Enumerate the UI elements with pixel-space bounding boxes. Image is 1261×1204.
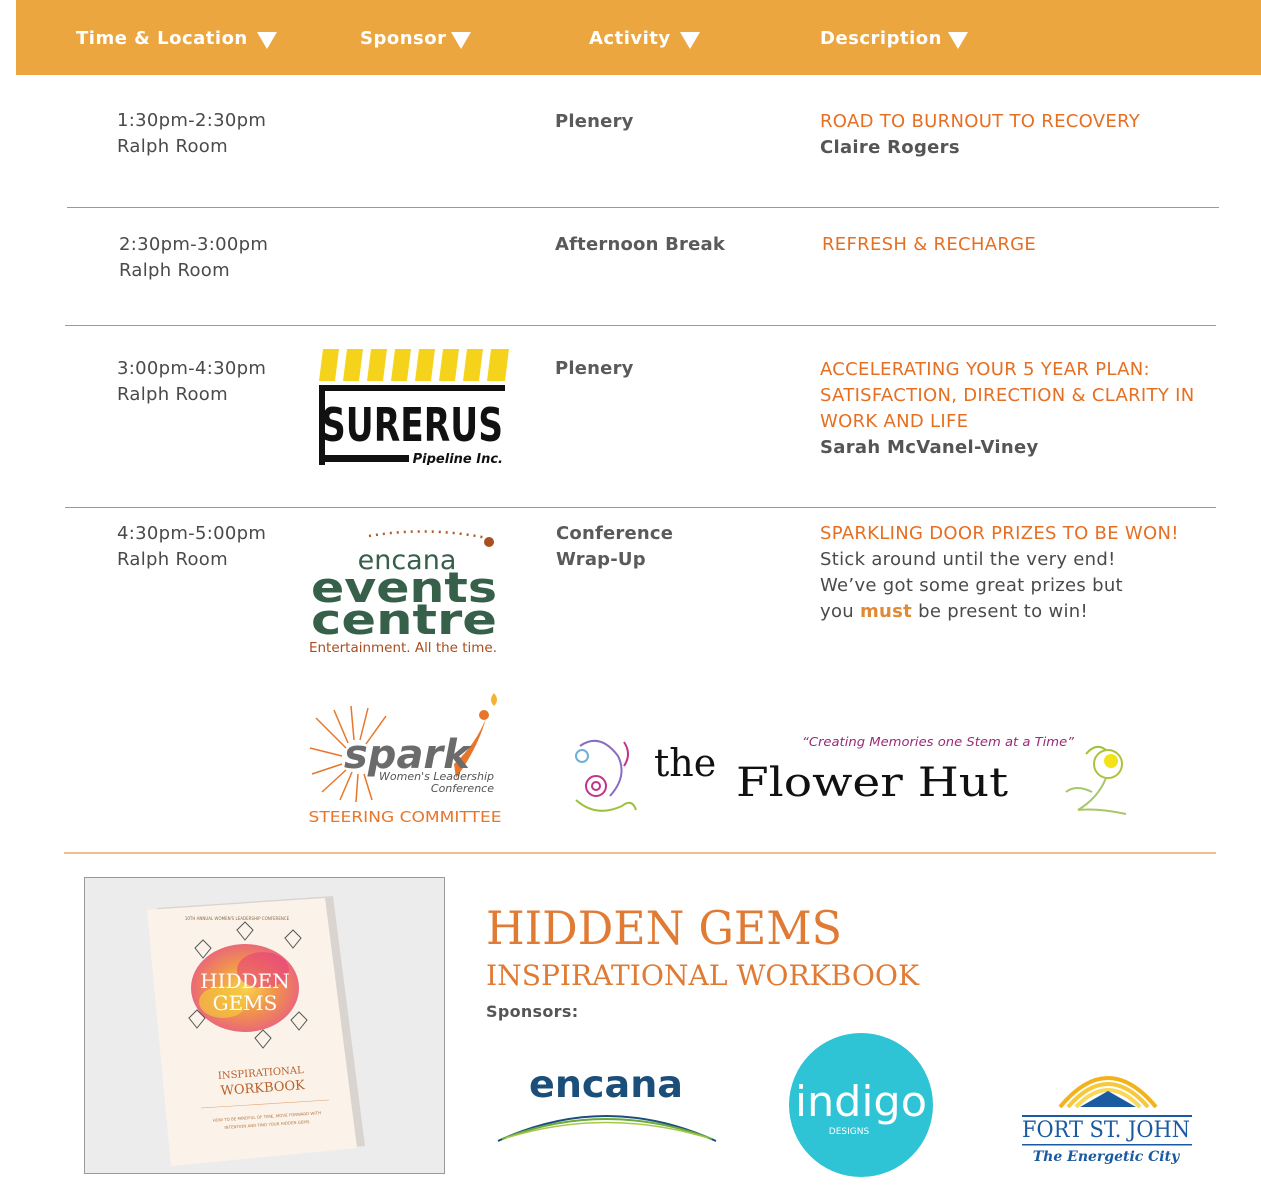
workbook-heading: HIDDEN GEMS INSPIRATIONAL WORKBOOK — [485, 898, 985, 998]
session-activity: Afternoon Break — [555, 234, 726, 255]
session-activity: Plenery — [555, 111, 634, 132]
svg-text:indigo: indigo — [795, 1077, 927, 1126]
session-location: Ralph Room — [119, 260, 230, 281]
indigo-logo-graphic: indigo DESIGNS — [789, 1033, 933, 1177]
svg-text:Flower Hut: Flower Hut — [736, 760, 1008, 806]
surerus-logo[interactable]: SURERUS Pipeline Inc. — [319, 349, 510, 467]
spark-steering-committee-logo[interactable]: spark Women's Leadership Conference STEE… — [306, 688, 506, 828]
svg-text:Pipeline Inc.: Pipeline Inc. — [413, 452, 503, 465]
svg-text:SURERUS: SURERUS — [321, 398, 503, 452]
flower-hut-graphic: the Flower Hut “Creating Memories one St… — [575, 735, 1127, 815]
svg-text:STEERING COMMITTEE: STEERING COMMITTEE — [309, 808, 502, 826]
encana-events-centre-logo[interactable]: encana events centre Entertainment. All … — [307, 528, 501, 656]
session-location: Ralph Room — [117, 384, 228, 405]
workbook-image[interactable]: HIDDEN GEMS 10TH ANNUAL WOMEN'S LEADERSH… — [84, 877, 445, 1174]
svg-text:GEMS: GEMS — [213, 991, 278, 1015]
session-activity: Plenery — [555, 358, 634, 379]
session-description: ACCELERATING YOUR 5 YEAR PLAN: SATISFACT… — [820, 357, 1195, 461]
column-label: Sponsor — [360, 28, 447, 49]
session-description: ROAD TO BURNOUT TO RECOVERY Claire Roger… — [820, 109, 1140, 161]
session-title-line: SATISFACTION, DIRECTION & CLARITY IN — [820, 385, 1195, 406]
svg-text:“Creating Memories one Stem at: “Creating Memories one Stem at a Time” — [802, 735, 1075, 749]
session-time: 1:30pm-2:30pm — [117, 110, 267, 131]
triangle-down-icon — [947, 31, 968, 49]
svg-text:the: the — [654, 741, 716, 785]
description-line: Stick around until the very end! — [820, 549, 1116, 570]
column-sponsor[interactable]: Sponsor — [360, 28, 471, 49]
column-label: Description — [820, 28, 942, 49]
session-activity: Conference Wrap-Up — [556, 521, 673, 573]
svg-text:centre: centre — [311, 595, 497, 644]
svg-text:HIDDEN: HIDDEN — [200, 969, 290, 993]
column-label: Activity — [589, 28, 671, 49]
row-divider — [67, 207, 1219, 208]
fort-st-john-logo[interactable]: FORT ST. JOHN The Energetic City — [1020, 1057, 1196, 1167]
svg-text:encana: encana — [529, 1063, 683, 1106]
workbook-cover-graphic: HIDDEN GEMS 10TH ANNUAL WOMEN'S LEADERSH… — [147, 896, 365, 1166]
session-time: 2:30pm-3:00pm — [119, 234, 269, 255]
spark-logo-graphic: spark Women's Leadership Conference STEE… — [309, 693, 502, 826]
workbook-title-graphic: HIDDEN GEMS INSPIRATIONAL WORKBOOK — [486, 901, 920, 992]
session-title-line: WORK AND LIFE — [820, 411, 969, 432]
encana-logo[interactable]: encana — [496, 1063, 718, 1145]
sponsors-label: Sponsors: — [486, 1002, 579, 1021]
schedule-header: Time & Location Sponsor Activity Descrip… — [16, 0, 1261, 75]
triangle-down-icon — [679, 31, 700, 49]
must-emphasis: must — [860, 601, 913, 622]
session-time: 3:00pm-4:30pm — [117, 358, 267, 379]
svg-text:DESIGNS: DESIGNS — [829, 1127, 870, 1137]
time-location: 4:30pm-5:00pm Ralph Room — [117, 521, 266, 573]
surerus-logo-graphic: SURERUS Pipeline Inc. — [319, 349, 509, 467]
session-title-line: ACCELERATING YOUR 5 YEAR PLAN: — [820, 359, 1150, 380]
session-location: Ralph Room — [117, 136, 228, 157]
fort-st-john-graphic: FORT ST. JOHN The Energetic City — [1022, 1076, 1192, 1165]
section-divider — [64, 852, 1216, 854]
triangle-down-icon — [256, 31, 277, 49]
workbook-subtitle: INSPIRATIONAL WORKBOOK — [486, 959, 920, 992]
session-title: ROAD TO BURNOUT TO RECOVERY — [820, 111, 1141, 132]
time-location: 3:00pm-4:30pm Ralph Room — [117, 356, 266, 408]
encana-events-centre-graphic: encana events centre Entertainment. All … — [309, 530, 497, 656]
time-location: 1:30pm-2:30pm Ralph Room — [117, 108, 266, 160]
session-location: Ralph Room — [117, 549, 228, 570]
flower-hut-logo[interactable]: the Flower Hut “Creating Memories one St… — [566, 726, 1142, 822]
row-divider — [65, 325, 1216, 326]
indigo-designs-logo[interactable]: indigo DESIGNS — [788, 1032, 934, 1178]
column-label: Time & Location — [76, 28, 248, 49]
triangle-down-icon — [450, 31, 471, 49]
description-line: We’ve got some great prizes but — [820, 575, 1123, 596]
svg-text:Entertainment. All the time.: Entertainment. All the time. — [309, 641, 497, 656]
column-time-location[interactable]: Time & Location — [76, 28, 277, 49]
session-time: 4:30pm-5:00pm — [117, 523, 267, 544]
column-activity[interactable]: Activity — [589, 28, 700, 49]
row-divider — [65, 507, 1216, 508]
description-line-last: you must be present to win! — [820, 601, 1089, 622]
session-title: REFRESH & RECHARGE — [822, 234, 1037, 255]
encana-logo-graphic: encana — [497, 1063, 717, 1142]
workbook-title: HIDDEN GEMS — [486, 901, 842, 955]
session-title: SPARKLING DOOR PRIZES TO BE WON! — [820, 523, 1179, 544]
svg-text:The Energetic City: The Energetic City — [1033, 1149, 1180, 1165]
column-description[interactable]: Description — [820, 28, 968, 49]
svg-text:10TH ANNUAL WOMEN'S LEADERSHIP: 10TH ANNUAL WOMEN'S LEADERSHIP CONFERENC… — [185, 916, 290, 921]
speaker-name: Claire Rogers — [820, 137, 960, 158]
svg-text:FORT ST. JOHN: FORT ST. JOHN — [1022, 1118, 1190, 1143]
activity-line: Conference — [556, 523, 674, 544]
activity-line: Wrap-Up — [556, 549, 646, 570]
svg-text:Conference: Conference — [431, 782, 494, 795]
session-description: SPARKLING DOOR PRIZES TO BE WON! Stick a… — [820, 521, 1179, 625]
speaker-name: Sarah McVanel-Viney — [820, 437, 1039, 458]
time-location: 2:30pm-3:00pm Ralph Room — [119, 232, 268, 284]
